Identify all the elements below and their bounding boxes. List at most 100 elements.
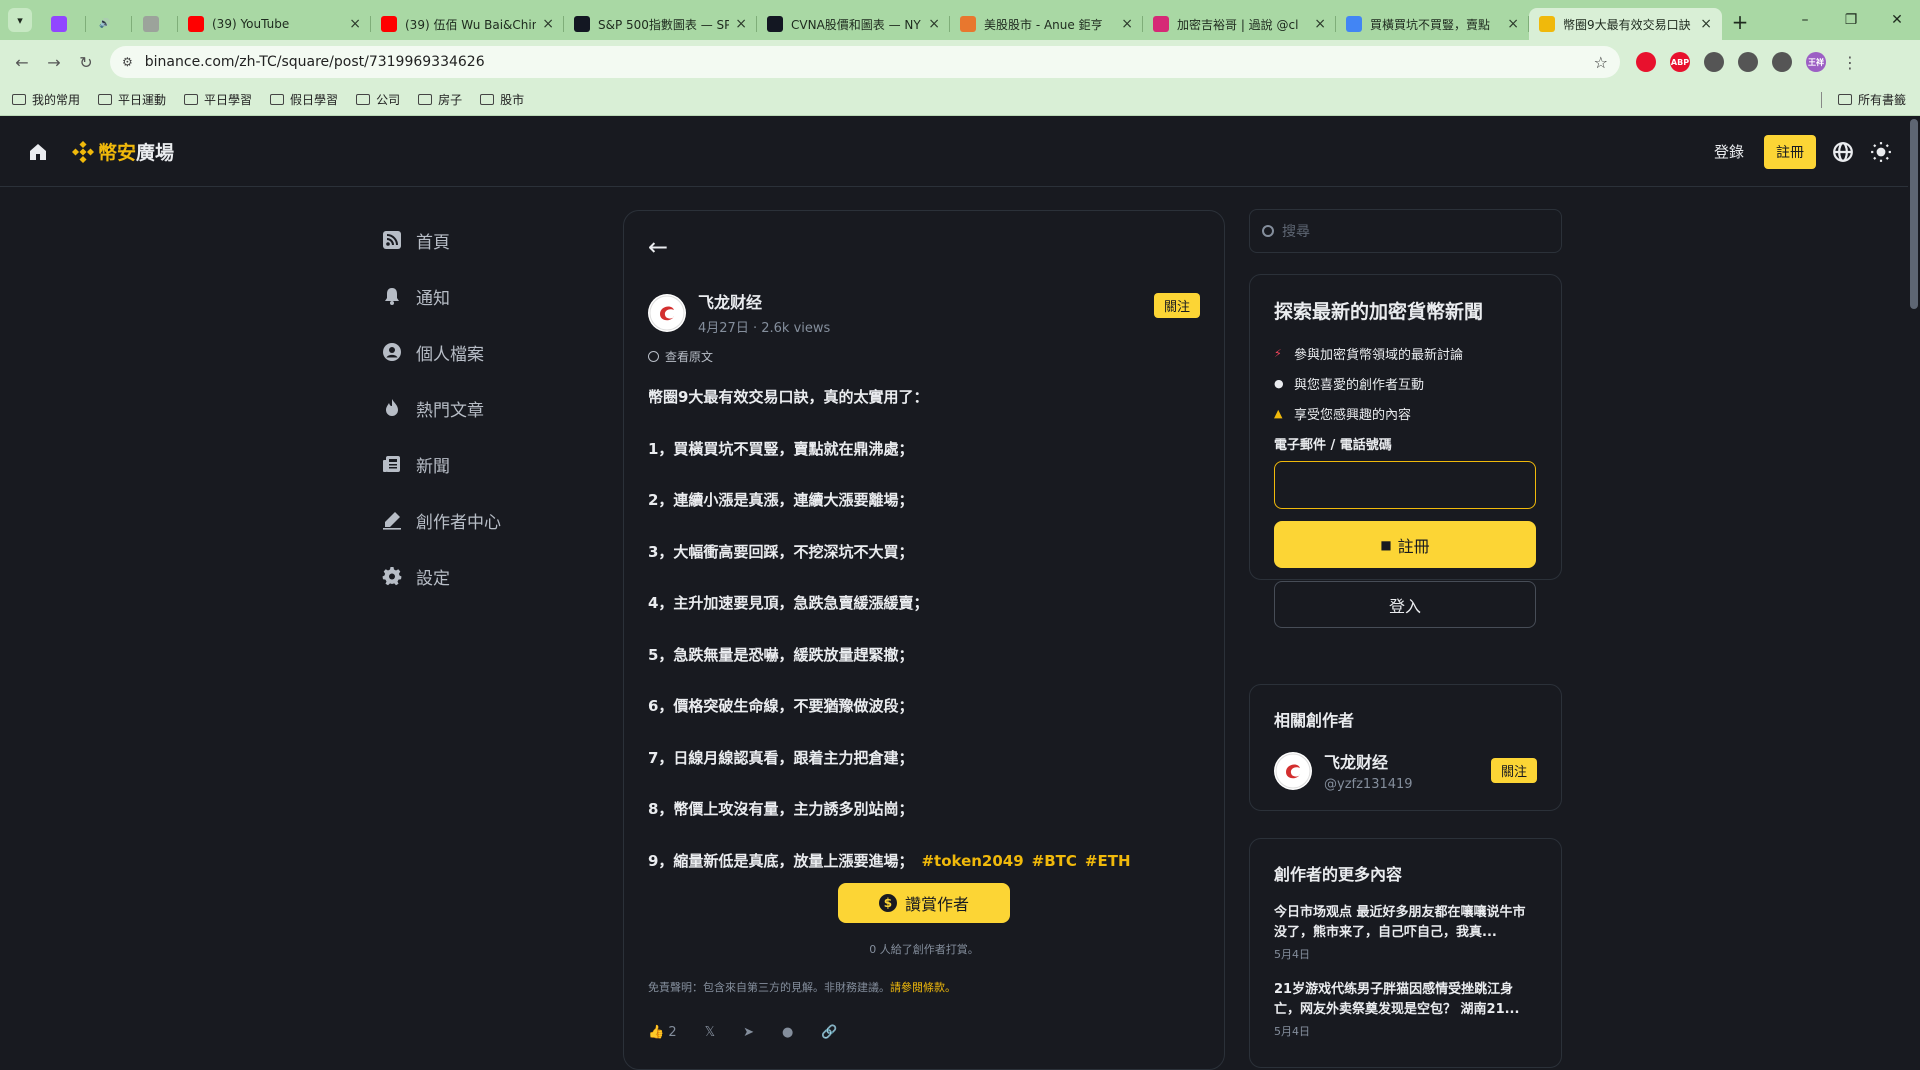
folder-icon xyxy=(480,94,495,105)
browser-menu-icon[interactable]: ⋮ xyxy=(1834,53,1866,72)
bookmark-folder[interactable]: 房子 xyxy=(418,91,462,108)
tab-title: 加密吉裕哥 | 過說 @cl xyxy=(1177,17,1299,32)
nav-item-settings[interactable]: 設定 xyxy=(382,548,582,604)
bookmark-star-icon[interactable]: ☆ xyxy=(1594,53,1608,72)
globe-icon[interactable] xyxy=(1832,141,1854,163)
back-arrow-icon[interactable]: ← xyxy=(648,235,1200,259)
hashtag[interactable]: #ETH xyxy=(1085,852,1131,870)
nav-item-trending[interactable]: 熱門文章 xyxy=(382,380,582,436)
creator-name[interactable]: 飞龙财经 xyxy=(1324,749,1413,773)
browser-tab[interactable] xyxy=(132,8,178,40)
tip-author-button[interactable]: $ 讚賞作者 xyxy=(838,882,1010,923)
browser-tab[interactable]: (39) YouTube × xyxy=(178,8,371,40)
browser-tab[interactable]: (39) 伍佰 Wu Bai&Chin × xyxy=(371,8,564,40)
hashtag[interactable]: #BTC xyxy=(1032,852,1077,870)
bookmark-folder[interactable]: 我的常用 xyxy=(12,91,80,108)
bookmark-label: 我的常用 xyxy=(32,93,81,107)
adblock-icon[interactable]: ABP xyxy=(1670,52,1690,72)
bookmark-folder[interactable]: 公司 xyxy=(356,91,400,108)
close-tab-icon[interactable]: × xyxy=(928,16,940,32)
facebook-icon[interactable]: ● xyxy=(782,1025,793,1040)
post-card: ← 飞龙财经 4月27日 · 2.6k views 關注 查看原文 幣圈9大最有… xyxy=(623,210,1225,1070)
page-scrollbar[interactable] xyxy=(1908,117,1920,1040)
browser-tab[interactable] xyxy=(40,8,86,40)
nav-item-creator-center[interactable]: 創作者中心 xyxy=(382,492,582,548)
theme-toggle-icon[interactable] xyxy=(1870,141,1892,163)
more-content-item[interactable]: 21岁游戏代练男子胖猫因感情受挫跳江身亡，网友外卖祭奠发现是空包？ 湖南21..… xyxy=(1274,980,1537,1039)
folder-icon xyxy=(418,94,433,105)
browser-tab[interactable]: S&P 500指數圖表 — SP × xyxy=(564,8,757,40)
puzzle-icon[interactable] xyxy=(1738,52,1758,72)
post-line: 4，主升加速要見頂，急跌急賣緩漲緩賣； xyxy=(648,594,929,612)
bookmark-folder[interactable]: 假日學習 xyxy=(270,91,338,108)
address-bar[interactable]: ⚙ binance.com/zh-TC/square/post/73199693… xyxy=(110,46,1620,78)
scrollbar-thumb[interactable] xyxy=(1910,119,1918,309)
tab-search-button[interactable]: ▾ xyxy=(0,0,40,40)
browser-tab[interactable]: CVNA股價和圖表 — NY × xyxy=(757,8,950,40)
header-login-link[interactable]: 登錄 xyxy=(1714,141,1744,162)
gift-icon: ■ xyxy=(1380,537,1392,552)
close-tab-icon[interactable]: × xyxy=(1507,16,1519,32)
browser-tab[interactable]: 🔊 xyxy=(86,8,132,40)
reload-icon[interactable]: ↻ xyxy=(70,53,102,72)
hashtag[interactable]: #token2049 xyxy=(921,852,1023,870)
lightning-icon: ⚡ xyxy=(1274,346,1282,360)
close-tab-icon[interactable]: × xyxy=(1121,16,1133,32)
nav-label: 首頁 xyxy=(416,232,450,253)
qr-icon[interactable] xyxy=(1704,52,1724,72)
restore-button[interactable]: ❐ xyxy=(1828,12,1874,28)
login-button[interactable]: 登入 xyxy=(1274,581,1536,628)
bookmark-folder[interactable]: 平日運動 xyxy=(98,91,166,108)
signup-card-title: 探索最新的加密貨幣新聞 xyxy=(1274,301,1484,323)
signup-card: 探索最新的加密貨幣新聞 ⚡ 參與加密貨幣領域的最新討論 ● 與您喜愛的創作者互動 ▲… xyxy=(1249,274,1562,628)
view-original-link[interactable]: 查看原文 xyxy=(648,348,1200,365)
header-register-button[interactable]: 註冊 xyxy=(1764,134,1816,169)
tab-active[interactable]: 幣圈9大最有效交易口訣 × xyxy=(1529,8,1722,40)
telegram-icon[interactable]: ➤ xyxy=(743,1025,754,1040)
follow-button[interactable]: 關注 xyxy=(1490,758,1537,783)
back-icon[interactable]: ← xyxy=(6,53,38,72)
close-window-button[interactable]: ✕ xyxy=(1874,12,1920,28)
signup-button[interactable]: ■ 註冊 xyxy=(1274,521,1536,568)
bookmark-folder[interactable]: 股市 xyxy=(480,91,524,108)
close-tab-icon[interactable]: × xyxy=(1314,16,1326,32)
close-tab-icon[interactable]: × xyxy=(735,16,747,32)
nav-item-notifications[interactable]: 通知 xyxy=(382,268,582,324)
bookmark-label: 平日運動 xyxy=(118,93,167,107)
browser-tab[interactable]: 加密吉裕哥 | 過說 @cl × xyxy=(1143,8,1336,40)
forward-icon[interactable]: → xyxy=(38,53,70,72)
nav-item-profile[interactable]: 個人檔案 xyxy=(382,324,582,380)
profile-avatar[interactable]: 王祥 xyxy=(1806,52,1826,72)
window-controls: – ❐ ✕ xyxy=(1782,12,1920,28)
search-input[interactable]: 搜尋 xyxy=(1249,209,1562,253)
new-tab-button[interactable]: + xyxy=(1722,10,1758,34)
follow-button[interactable]: 關注 xyxy=(1153,293,1200,318)
disclaimer-text: 免責聲明：包含來自第三方的見解。非財務建議。 xyxy=(648,980,890,994)
minimize-button[interactable]: – xyxy=(1782,12,1828,28)
author-name[interactable]: 飞龙财经 xyxy=(698,289,830,313)
all-bookmarks[interactable]: 所有書籤 xyxy=(1820,91,1906,108)
close-tab-icon[interactable]: × xyxy=(349,16,361,32)
home-icon[interactable] xyxy=(28,142,48,162)
email-phone-field[interactable] xyxy=(1274,461,1536,509)
more-content-item[interactable]: 今日市场观点 最近好多朋友都在嚷嚷说牛市没了，熊市来了，自己吓自己，我真... … xyxy=(1274,903,1537,962)
media-icon[interactable] xyxy=(1772,52,1792,72)
browser-tab[interactable]: 買橫買坑不買豎，賣點 × xyxy=(1336,8,1529,40)
site-info-icon[interactable]: ⚙ xyxy=(122,55,133,69)
avatar[interactable] xyxy=(1274,751,1312,790)
close-tab-icon[interactable]: × xyxy=(1700,16,1712,32)
terms-link[interactable]: 請參閱條款。 xyxy=(890,981,956,994)
bookmark-folder[interactable]: 平日學習 xyxy=(184,91,252,108)
browser-tab[interactable]: 美股股市 - Anue 鉅亨 × xyxy=(950,8,1143,40)
x-share-icon[interactable]: 𝕏 xyxy=(705,1025,715,1040)
close-tab-icon[interactable]: × xyxy=(542,16,554,32)
like-button[interactable]: 👍 2 xyxy=(648,1025,677,1040)
benefit-item: ▲ 享受您感興趣的內容 xyxy=(1274,398,1537,428)
link-icon[interactable]: 🔗 xyxy=(821,1025,837,1040)
binance-square-logo[interactable]: 幣安 廣場 xyxy=(72,138,174,165)
avatar[interactable] xyxy=(648,293,686,332)
opera-icon[interactable] xyxy=(1636,52,1656,72)
post-last-line: 9，縮量新低是真底，放量上漲要進場； #token2049 #BTC #ETH xyxy=(648,852,1200,870)
nav-item-home[interactable]: 首頁 xyxy=(382,212,582,268)
nav-item-news[interactable]: 新聞 xyxy=(382,436,582,492)
